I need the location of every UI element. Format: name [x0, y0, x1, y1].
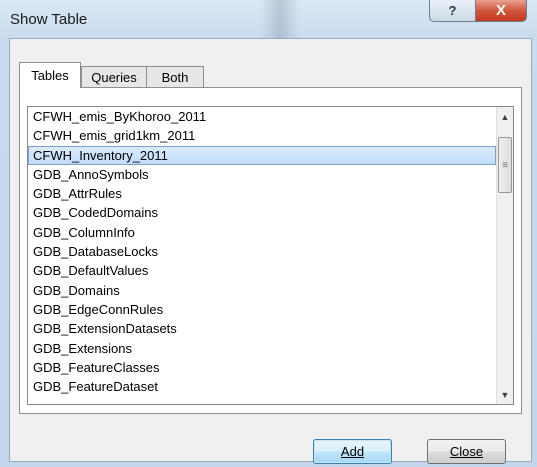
tab-queries[interactable]: Queries	[81, 66, 147, 87]
tab-tables-label: Tables	[31, 68, 69, 83]
dialog-title: Show Table	[10, 11, 88, 28]
table-list-item[interactable]: CFWH_emis_ByKhoroo_2011	[28, 107, 496, 126]
tab-panel-tables: CFWH_emis_ByKhoroo_2011 CFWH_emis_grid1km…	[19, 87, 522, 414]
tab-queries-label: Queries	[91, 69, 137, 85]
table-list-item[interactable]: GDB_ColumnInfo	[28, 223, 496, 242]
table-list-item[interactable]: CFWH_emis_grid1km_2011	[28, 126, 496, 145]
table-list-item[interactable]: GDB_AnnoSymbols	[28, 165, 496, 184]
tab-both[interactable]: Both	[146, 66, 204, 87]
scroll-grip-icon: ≡	[502, 159, 508, 171]
help-button[interactable]: ?	[429, 0, 476, 22]
vertical-scrollbar[interactable]: ▲ ≡ ▼	[496, 107, 513, 404]
table-list-item[interactable]: GDB_FeatureDataset	[28, 377, 496, 396]
tab-both-label: Both	[161, 69, 189, 85]
table-list-item[interactable]: GDB_Extensions	[28, 339, 496, 358]
table-list-item[interactable]: GDB_FeatureClasses	[28, 358, 496, 377]
scroll-down-button[interactable]: ▼	[497, 386, 513, 403]
table-list-item[interactable]: GDB_DatabaseLocks	[28, 242, 496, 261]
table-list-item[interactable]: GDB_AttrRules	[28, 184, 496, 203]
table-list-item[interactable]: CFWH_Inventory_2011	[28, 145, 496, 165]
close-button[interactable]: Close	[427, 439, 506, 464]
dialog-body: Tables Queries Both CFWH_emis_ByKhoroo_2…	[9, 38, 532, 464]
add-button[interactable]: Add	[313, 439, 392, 464]
show-table-dialog: Show Table ? X Tables Queries Both CFWH_…	[0, 0, 537, 467]
tab-tables[interactable]: Tables	[19, 62, 81, 88]
table-list[interactable]: CFWH_emis_ByKhoroo_2011 CFWH_emis_grid1km…	[27, 106, 514, 405]
add-button-label: Add	[340, 444, 365, 459]
title-bar-glow	[260, 0, 300, 38]
table-list-rows: CFWH_emis_ByKhoroo_2011 CFWH_emis_grid1km…	[28, 107, 496, 396]
scroll-down-icon: ▼	[500, 389, 510, 400]
scroll-up-icon: ▲	[500, 111, 510, 122]
table-list-item[interactable]: GDB_ExtensionDatasets	[28, 319, 496, 338]
scroll-thumb[interactable]: ≡	[498, 137, 512, 193]
table-list-item[interactable]: GDB_Domains	[28, 281, 496, 300]
close-window-button[interactable]: X	[475, 0, 527, 22]
help-icon: ?	[448, 3, 457, 18]
close-icon: X	[495, 2, 506, 19]
table-list-item[interactable]: GDB_DefaultValues	[28, 261, 496, 280]
table-list-item[interactable]: GDB_CodedDomains	[28, 203, 496, 222]
title-bar[interactable]: Show Table ? X	[0, 0, 537, 38]
table-list-item[interactable]: GDB_EdgeConnRules	[28, 300, 496, 319]
close-button-label: Close	[449, 444, 484, 459]
scroll-up-button[interactable]: ▲	[497, 108, 513, 125]
